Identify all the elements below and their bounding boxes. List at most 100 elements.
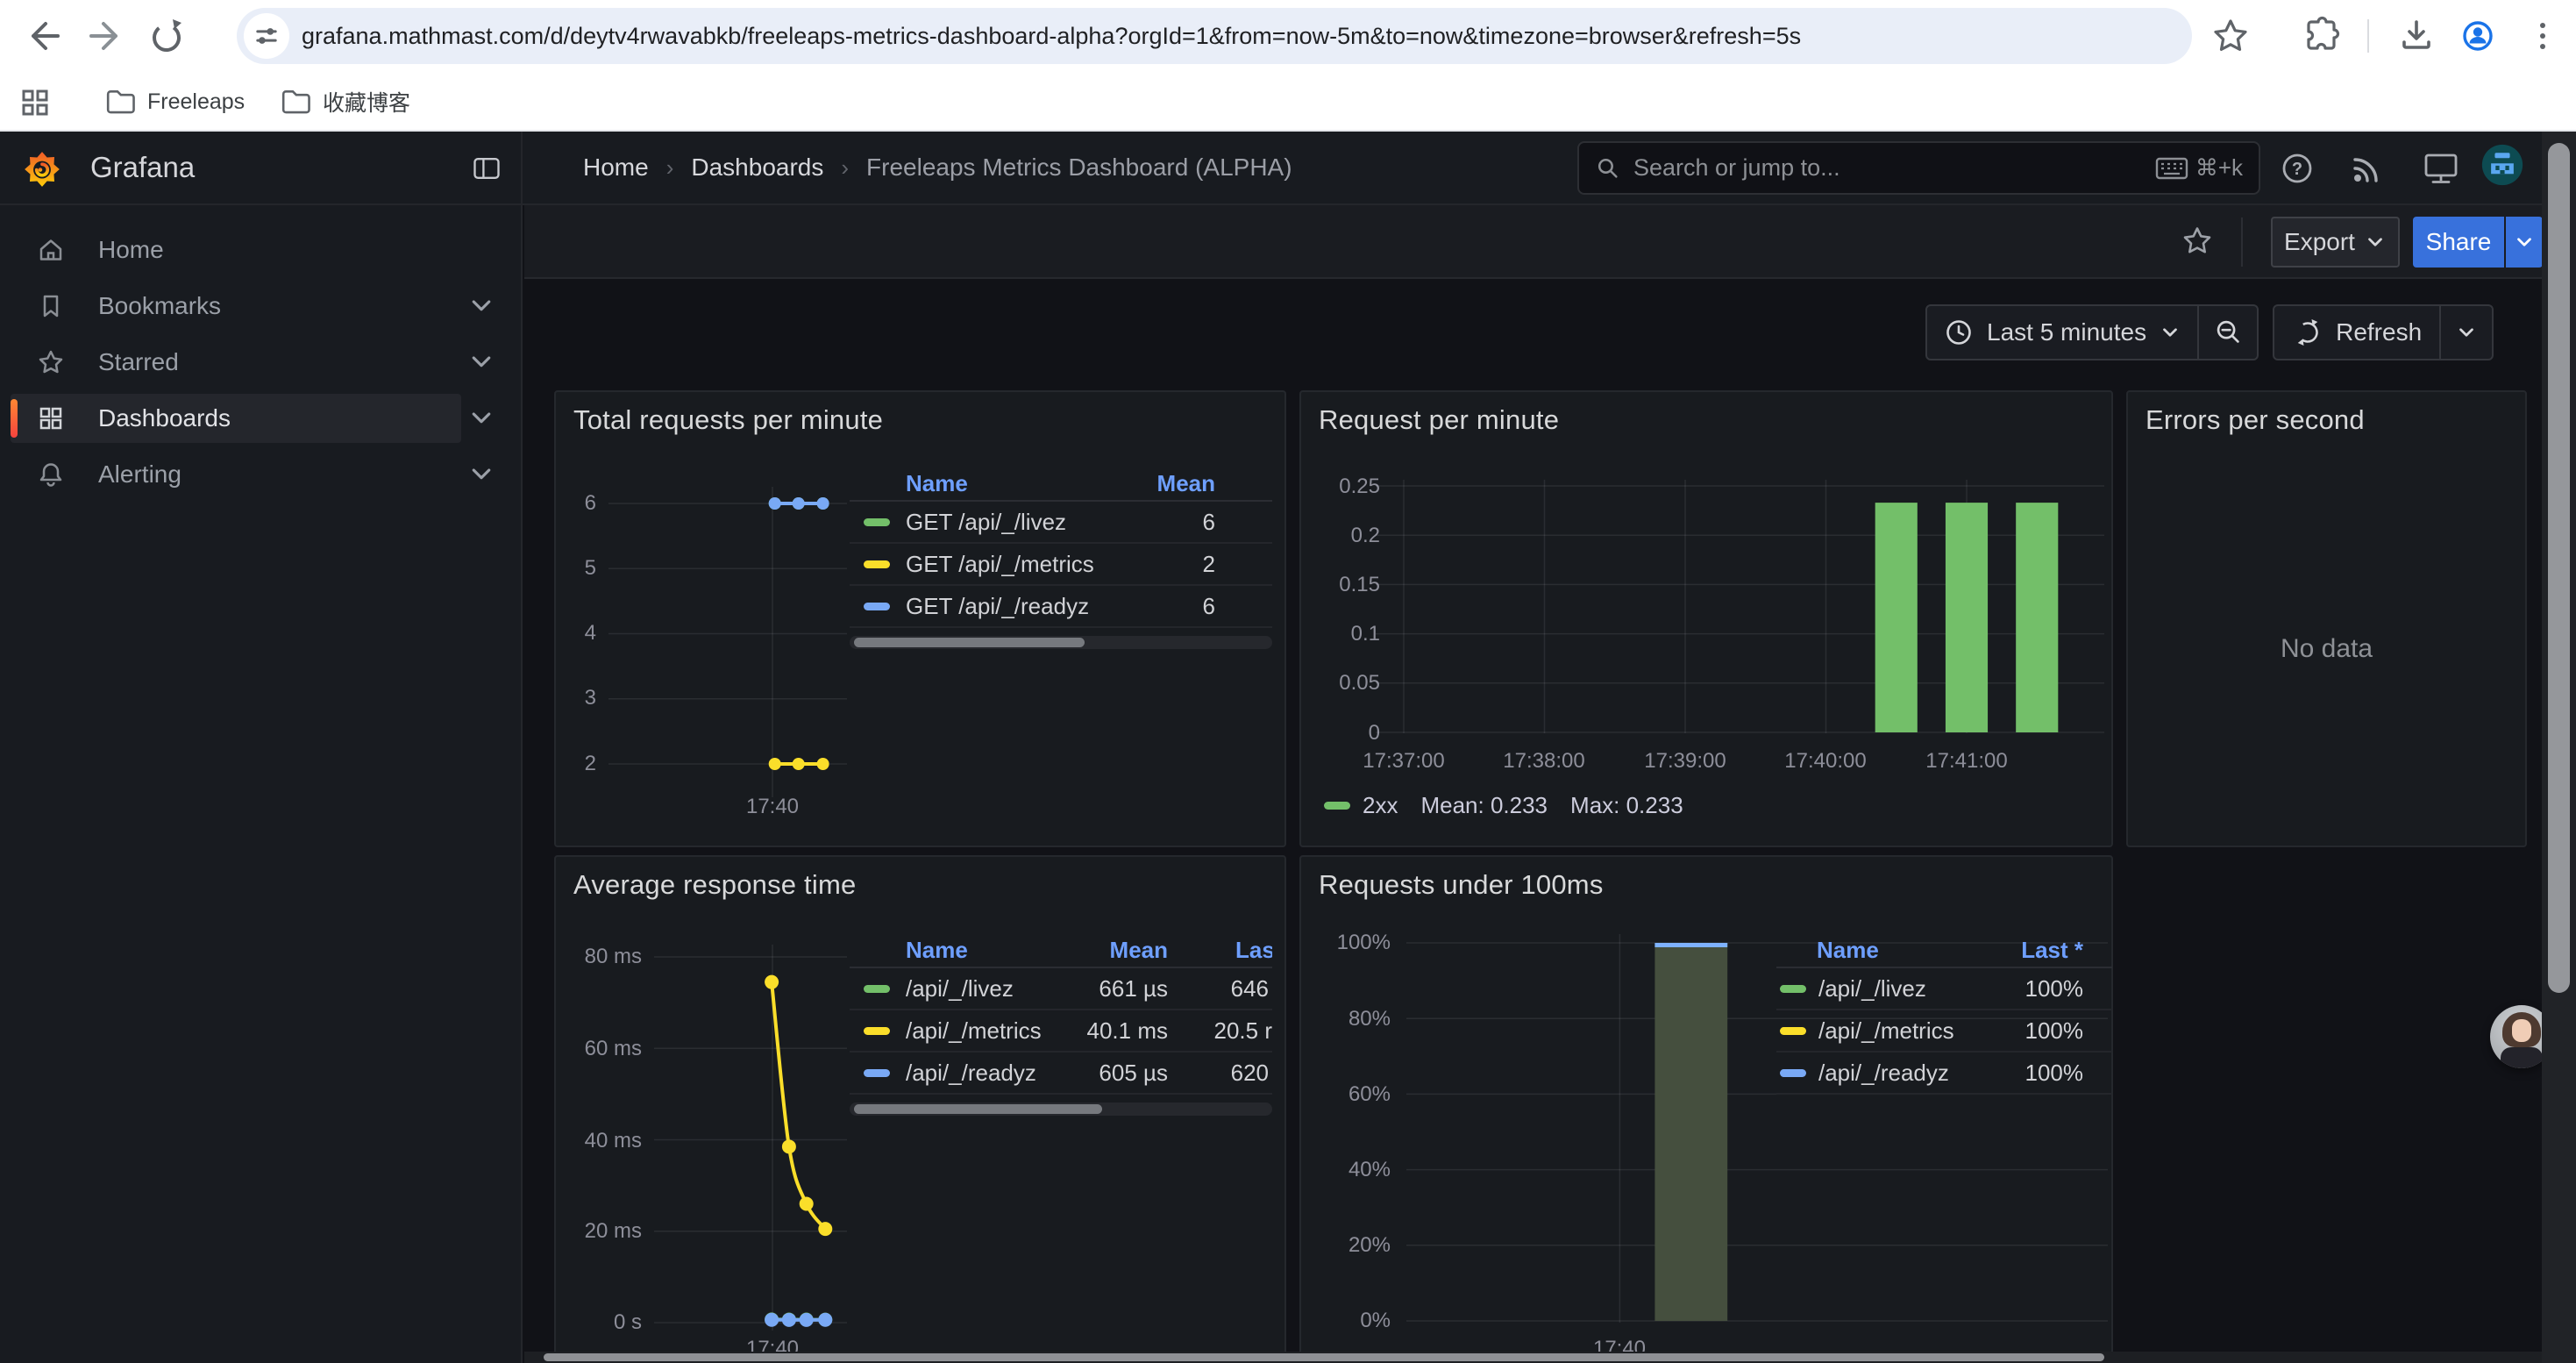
url-text[interactable]: grafana.mathmast.com/d/deytv4rwavabkb/fr… [302, 23, 1801, 50]
legend-header-name[interactable]: Name [906, 470, 968, 497]
apps-grid-icon[interactable] [18, 85, 53, 120]
sidebar-item-home[interactable]: Home [11, 225, 461, 275]
vertical-scrollbar[interactable] [2542, 132, 2576, 1363]
forward-icon[interactable] [84, 15, 126, 57]
legend[interactable]: 2xx Mean: 0.233 Max: 0.233 [1324, 791, 1683, 819]
download-icon[interactable] [2395, 15, 2437, 57]
y-tick: 0% [1301, 1308, 1391, 1334]
y-tick: 20% [1301, 1232, 1391, 1259]
legend-row[interactable]: /api/_/livez 100% [1776, 968, 2112, 1010]
legend-header-mean[interactable]: Mean [1110, 937, 1168, 964]
no-data-message: No data [2128, 634, 2525, 664]
share-menu-button[interactable] [2506, 217, 2543, 268]
user-avatar[interactable] [2481, 144, 2523, 186]
chevron-down-icon[interactable] [468, 461, 495, 488]
y-tick: 0.1 [1301, 621, 1380, 647]
extensions-icon[interactable] [2299, 15, 2341, 57]
time-range-picker[interactable]: Last 5 minutes [1927, 317, 2197, 348]
series-color-pill [1324, 802, 1350, 810]
series-mean: 661 µs [1099, 975, 1168, 1003]
panel-total-requests: Total requests per minute 6 5 4 3 2 17:4… [554, 390, 1286, 847]
horizontal-scrollbar-thumb[interactable] [544, 1353, 2104, 1361]
panel-title[interactable]: Request per minute [1319, 404, 1559, 436]
legend-scrollbar[interactable] [850, 636, 1272, 649]
sidebar-item-label: Home [98, 236, 164, 264]
legend-row[interactable]: GET /api/_/readyz 6 [850, 586, 1272, 628]
chevron-down-icon[interactable] [468, 405, 495, 432]
refresh-interval-button[interactable] [2441, 321, 2492, 344]
legend-row[interactable]: /api/_/readyz 100% [1776, 1053, 2112, 1095]
legend-row[interactable]: GET /api/_/livez 6 [850, 502, 1272, 544]
legend-row[interactable]: /api/_/readyz 605 µs 620 [850, 1053, 1272, 1095]
zoom-out-button[interactable] [2199, 316, 2257, 349]
breadcrumb-home[interactable]: Home [583, 153, 649, 182]
sidebar-item-starred[interactable]: Starred [11, 338, 461, 387]
sidebar-toggle-icon[interactable] [471, 153, 502, 184]
legend-header-name[interactable]: Name [906, 937, 968, 964]
sidebar-item-bookmarks[interactable]: Bookmarks [11, 282, 461, 331]
legend-scrollbar[interactable] [850, 1103, 1272, 1116]
series-name[interactable]: /api/_/livez [1818, 975, 1926, 1003]
zoom-out-icon [2211, 316, 2245, 349]
series-name[interactable]: 2xx [1363, 792, 1398, 819]
series-last: 100% [2025, 1060, 2084, 1087]
bookmark-star-icon[interactable] [2210, 15, 2252, 57]
export-button[interactable]: Export [2271, 217, 2400, 268]
y-tick: 60% [1301, 1081, 1391, 1108]
browser-menu-icon[interactable] [2522, 15, 2564, 57]
reload-icon[interactable] [146, 15, 188, 57]
vertical-scrollbar-thumb[interactable] [2548, 143, 2570, 993]
panel-title[interactable]: Average response time [573, 869, 856, 901]
legend-header-name[interactable]: Name [1817, 937, 1879, 964]
series-name[interactable]: GET /api/_/livez [906, 509, 1066, 536]
sidebar-item-dashboards[interactable]: Dashboards [11, 394, 461, 443]
profile-icon[interactable] [2457, 15, 2499, 57]
back-icon[interactable] [23, 15, 65, 57]
bookmark-item-blog[interactable]: 收藏博客 [279, 82, 410, 121]
bookmark-item-freeleaps[interactable]: Freeleaps [103, 82, 245, 121]
legend-row[interactable]: /api/_/metrics 40.1 ms 20.5 r [850, 1010, 1272, 1053]
monitor-icon[interactable] [2420, 147, 2462, 189]
series-color-pill [864, 518, 890, 526]
favorite-star-icon[interactable] [2180, 225, 2215, 260]
series-name[interactable]: GET /api/_/readyz [906, 593, 1089, 620]
breadcrumb-dashboards[interactable]: Dashboards [691, 153, 823, 182]
series-name[interactable]: /api/_/metrics [1818, 1017, 1954, 1045]
series-name[interactable]: /api/_/readyz [1818, 1060, 1949, 1087]
series-color-pill [864, 560, 890, 568]
sidebar: Home Bookmarks Starred Dashboards Alerti… [0, 205, 523, 1363]
series-name[interactable]: GET /api/_/metrics [906, 551, 1094, 578]
legend-header-last[interactable]: Last * [2021, 937, 2083, 964]
breadcrumb: Home › Dashboards › Freeleaps Metrics Da… [583, 132, 1292, 203]
series-name[interactable]: /api/_/livez [906, 975, 1014, 1003]
series-name[interactable]: /api/_/readyz [906, 1060, 1036, 1087]
refresh-button[interactable]: Refresh [2274, 317, 2439, 348]
news-rss-icon[interactable] [2346, 147, 2388, 189]
series-last: 100% [2025, 975, 2084, 1003]
tune-icon [252, 21, 281, 51]
bar-chart [1301, 392, 2111, 846]
avatar-body [2501, 1047, 2543, 1068]
legend-header-last[interactable]: Las [1235, 937, 1272, 964]
brand-name[interactable]: Grafana [90, 132, 195, 203]
chevron-down-icon[interactable] [468, 293, 495, 319]
series-color-pill [864, 985, 890, 993]
refresh-icon [2292, 317, 2323, 348]
legend-row[interactable]: GET /api/_/metrics 2 [850, 544, 1272, 586]
chevron-down-icon[interactable] [468, 349, 495, 375]
panel-title[interactable]: Requests under 100ms [1319, 869, 1604, 901]
url-bar[interactable]: grafana.mathmast.com/d/deytv4rwavabkb/fr… [237, 8, 2192, 64]
sidebar-item-alerting[interactable]: Alerting [11, 450, 461, 499]
horizontal-scrollbar[interactable] [524, 1352, 2542, 1363]
legend-header-mean[interactable]: Mean [1157, 470, 1215, 497]
legend-row[interactable]: /api/_/livez 661 µs 646 [850, 968, 1272, 1010]
legend-row[interactable]: /api/_/metrics 100% [1776, 1010, 2112, 1053]
site-info-button[interactable] [244, 13, 289, 59]
panel-title[interactable]: Total requests per minute [573, 404, 883, 436]
help-icon[interactable]: ? [2276, 147, 2318, 189]
panel-title[interactable]: Errors per second [2145, 404, 2365, 436]
search-input[interactable]: Search or jump to... ⌘+k [1577, 141, 2260, 195]
series-name[interactable]: /api/_/metrics [906, 1017, 1042, 1045]
share-button[interactable]: Share [2413, 217, 2504, 268]
grafana-logo[interactable] [23, 149, 61, 189]
